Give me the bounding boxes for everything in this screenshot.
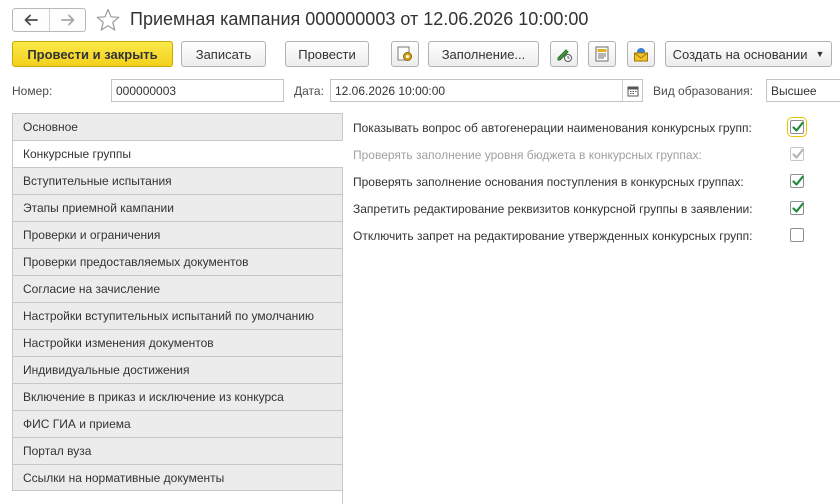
- checkmark-icon: [792, 121, 804, 132]
- envelope-icon: [634, 48, 648, 62]
- tab-list: Основное Конкурсные группы Вступительные и…: [12, 113, 343, 504]
- post-and-close-button[interactable]: Провести и закрыть: [12, 41, 173, 67]
- education-type-label: Вид образования:: [653, 84, 753, 98]
- option-checkbox[interactable]: [790, 174, 804, 188]
- forward-button[interactable]: [49, 9, 85, 31]
- pencil-clock-icon: [557, 49, 572, 62]
- tab-item[interactable]: Индивидуальные достижения: [12, 356, 343, 383]
- chevron-down-icon: ▼: [815, 49, 825, 59]
- option-checkbox: [790, 147, 804, 161]
- arrow-left-icon: [24, 14, 38, 26]
- education-type-input[interactable]: Высшее: [766, 79, 840, 102]
- tab-item[interactable]: ФИС ГИА и приема: [12, 410, 343, 437]
- toolbar: Провести и закрыть Записать Провести Зап…: [0, 41, 840, 69]
- tab-item[interactable]: Вступительные испытания: [12, 167, 343, 194]
- tab-item[interactable]: Согласие на зачисление: [12, 275, 343, 302]
- tab-item[interactable]: Включение в приказ и исключение из конку…: [12, 383, 343, 410]
- edit-history-button[interactable]: [550, 41, 578, 67]
- tab-item[interactable]: Проверки и ограничения: [12, 221, 343, 248]
- back-button[interactable]: [13, 9, 49, 31]
- number-label: Номер:: [12, 84, 53, 98]
- mail-button[interactable]: [627, 41, 655, 67]
- tab-item[interactable]: Ссылки на нормативные документы: [12, 464, 343, 491]
- page-title: Приемная кампания 000000003 от 12.06.202…: [130, 9, 589, 29]
- option-row: Запретить редактирование реквизитов конк…: [353, 199, 813, 219]
- header-fields: Номер: 000000003 Дата: 12.06.2026 10:00:…: [0, 79, 840, 103]
- report-button[interactable]: [588, 41, 616, 67]
- favorite-button[interactable]: [95, 7, 121, 33]
- document-list-icon: [595, 46, 609, 62]
- star-icon: [96, 8, 120, 31]
- tab-item[interactable]: Этапы приемной кампании: [12, 194, 343, 221]
- checkmark-icon: [792, 175, 804, 186]
- option-label: Показывать вопрос об автогенерации наиме…: [353, 121, 752, 135]
- tab-item[interactable]: Портал вуза: [12, 437, 343, 464]
- fill-button[interactable]: Заполнение...: [428, 41, 539, 67]
- date-value: 12.06.2026 10:00:00: [335, 84, 446, 98]
- option-label: Запретить редактирование реквизитов конк…: [353, 202, 753, 216]
- checkmark-icon: [792, 202, 804, 213]
- option-checkbox[interactable]: [790, 201, 804, 215]
- arrow-right-icon: [60, 14, 74, 26]
- tab-item[interactable]: Настройки вступительных испытаний по умо…: [12, 302, 343, 329]
- date-input[interactable]: 12.06.2026 10:00:00: [330, 79, 643, 102]
- save-button[interactable]: Записать: [181, 41, 266, 67]
- number-input[interactable]: 000000003: [111, 79, 284, 102]
- option-label: Проверять заполнение уровня бюджета в ко…: [353, 148, 702, 162]
- option-checkbox[interactable]: [790, 228, 804, 242]
- gear-document-icon: [397, 46, 412, 61]
- post-button[interactable]: Провести: [285, 41, 369, 67]
- date-label: Дата:: [294, 84, 324, 98]
- tab-item[interactable]: Основное: [12, 113, 343, 140]
- create-based-on-button[interactable]: Создать на основании ▼: [665, 41, 832, 67]
- calendar-button[interactable]: [622, 80, 642, 101]
- option-checkbox[interactable]: [787, 117, 807, 137]
- checkmark-icon: [792, 148, 804, 159]
- option-label: Проверять заполнение основания поступлен…: [353, 175, 744, 189]
- option-row: Показывать вопрос об автогенерации наиме…: [353, 117, 813, 138]
- option-row: Проверять заполнение уровня бюджета в ко…: [353, 145, 813, 165]
- tab-item[interactable]: Настройки изменения документов: [12, 329, 343, 356]
- settings-button[interactable]: [391, 41, 419, 67]
- tab-item[interactable]: Конкурсные группы: [12, 140, 343, 167]
- tab-item[interactable]: Проверки предоставляемых документов: [12, 248, 343, 275]
- option-row: Проверять заполнение основания поступлен…: [353, 172, 813, 192]
- calendar-icon: [627, 86, 638, 96]
- option-label: Отключить запрет на редактирование утвер…: [353, 229, 753, 243]
- title-bar: Приемная кампания 000000003 от 12.06.202…: [0, 0, 840, 40]
- nav-group: [12, 8, 86, 32]
- create-based-on-label: Создать на основании: [672, 46, 808, 62]
- option-row: Отключить запрет на редактирование утвер…: [353, 226, 813, 246]
